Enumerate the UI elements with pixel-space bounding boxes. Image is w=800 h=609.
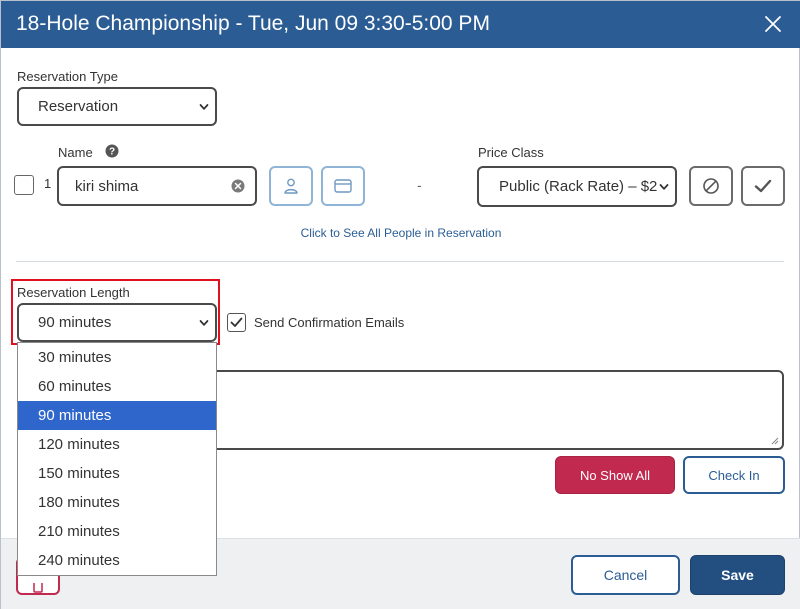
reservation-type-value: Reservation [38,98,119,115]
no-symbol-icon [703,178,719,194]
close-button[interactable] [763,14,783,34]
option-210-minutes[interactable]: 210 minutes [18,517,216,546]
credit-card-icon [334,179,352,193]
reservation-type-select[interactable]: Reservation [17,87,217,126]
trash-icon [33,583,43,593]
clear-circle-icon[interactable] [231,179,245,193]
check-in-player-button[interactable] [741,166,785,206]
chevron-down-icon [199,319,209,326]
save-button[interactable]: Save [690,555,785,595]
option-30-minutes[interactable]: 30 minutes [18,343,216,372]
modal-header: 18-Hole Championship - Tue, Jun 09 3:30-… [1,1,800,48]
name-value: kiri shima [75,177,139,195]
price-class-select[interactable]: Public (Rack Rate) – $2 [477,166,677,207]
close-icon [765,16,781,32]
send-confirmation-label: Send Confirmation Emails [254,315,405,330]
option-180-minutes[interactable]: 180 minutes [18,488,216,517]
notes-textarea[interactable] [208,370,784,450]
person-icon [284,178,298,194]
option-60-minutes[interactable]: 60 minutes [18,372,216,401]
no-show-button[interactable] [689,166,733,206]
section-divider [16,261,784,262]
svg-text:?: ? [109,147,115,158]
payment-card-button[interactable] [321,166,365,206]
resize-grip-icon[interactable] [771,437,779,445]
modal-title: 18-Hole Championship - Tue, Jun 09 3:30-… [16,12,490,35]
row-number: 1 [44,176,52,191]
chevron-down-icon [659,183,669,190]
option-150-minutes[interactable]: 150 minutes [18,459,216,488]
checkmark-icon [754,179,772,193]
name-input[interactable]: kiri shima [57,166,257,206]
price-separator: - [417,177,422,193]
chevron-down-icon [199,103,209,110]
send-confirmation-checkbox[interactable] [227,313,246,332]
reservation-length-select[interactable]: 90 minutes [17,303,217,342]
cancel-button[interactable]: Cancel [571,555,680,595]
person-button[interactable] [269,166,313,206]
player-checkbox[interactable] [14,175,34,195]
no-show-all-button[interactable]: No Show All [555,456,675,494]
see-all-people-link[interactable]: Click to See All People in Reservation [1,226,800,240]
price-class-label: Price Class [478,145,544,160]
reservation-length-label: Reservation Length [17,285,130,300]
reservation-type-label: Reservation Type [17,69,118,84]
reservation-modal: 18-Hole Championship - Tue, Jun 09 3:30-… [0,0,800,609]
option-90-minutes[interactable]: 90 minutes [18,401,216,430]
reservation-length-options: 30 minutes 60 minutes 90 minutes 120 minute… [17,342,217,576]
option-120-minutes[interactable]: 120 minutes [18,430,216,459]
option-240-minutes[interactable]: 240 minutes [18,546,216,575]
check-in-button[interactable]: Check In [683,456,785,494]
help-circle-icon[interactable]: ? [105,144,119,158]
name-label: Name [58,145,93,160]
checkmark-icon [230,317,243,327]
price-class-value: Public (Rack Rate) – $2 [499,178,658,195]
reservation-length-value: 90 minutes [38,314,112,331]
